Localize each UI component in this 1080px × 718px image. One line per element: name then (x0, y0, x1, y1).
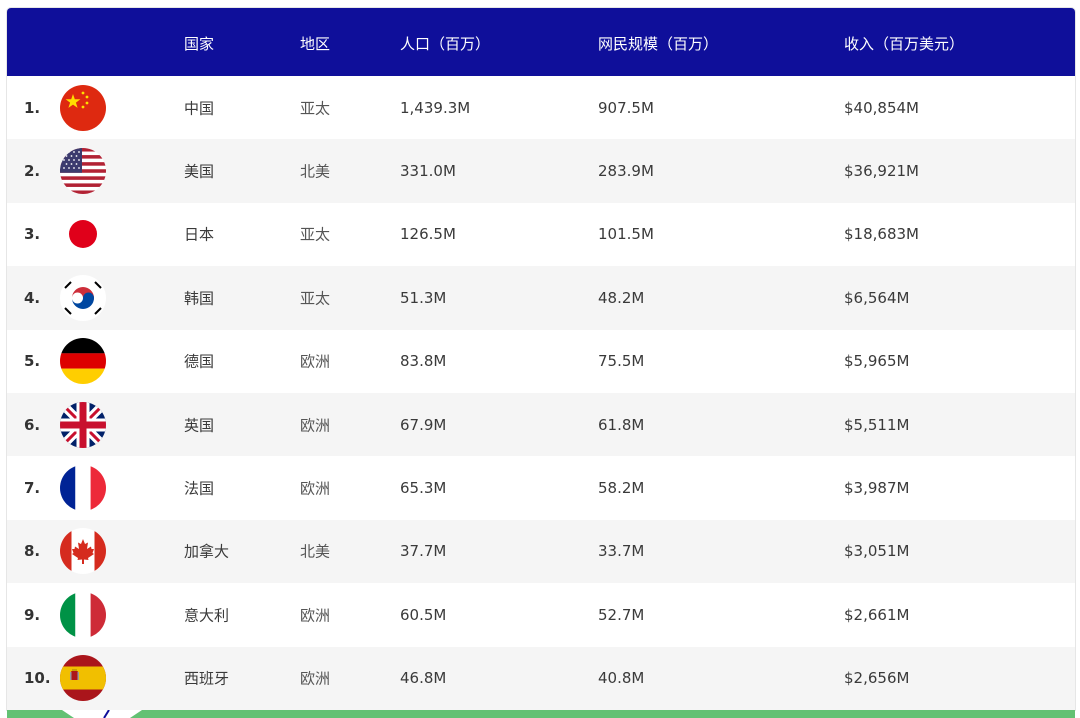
revenue-value: $40,854M (844, 98, 919, 117)
revenue-value: $3,987M (844, 479, 910, 498)
rank-number: 8. (24, 542, 41, 561)
population-value: 126.5M (400, 225, 456, 244)
revenue-value: $6,564M (844, 288, 910, 307)
country-name: 日本 (184, 225, 215, 244)
table-row: 1. 中国 亚太 1,439.3M 907.5M $40,854M (7, 76, 1075, 140)
rank-number: 10. (24, 669, 51, 688)
table-row: 9. 意大利 欧洲 60.5M 52.7M $2,661M (7, 583, 1075, 647)
header-population: 人口（百万） (400, 35, 491, 53)
revenue-value: $2,656M (844, 669, 910, 688)
header-netizens: 网民规模（百万） (598, 35, 719, 53)
population-value: 67.9M (400, 415, 447, 434)
revenue-value: $18,683M (844, 225, 919, 244)
rank-number: 7. (24, 479, 41, 498)
decorative-mark-icon (62, 710, 142, 718)
netizens-value: 40.8M (598, 669, 645, 688)
germany-flag-icon (60, 338, 106, 385)
rank-number: 3. (24, 225, 41, 244)
rank-number: 2. (24, 162, 41, 181)
region-name: 欧洲 (300, 352, 331, 371)
ranking-table: 国家 地区 人口（百万） 网民规模（百万） 收入（百万美元） 1. 中国 亚太 … (7, 8, 1075, 710)
rank-number: 9. (24, 605, 41, 624)
revenue-value: $36,921M (844, 162, 919, 181)
france-flag-icon (60, 465, 106, 512)
netizens-value: 52.7M (598, 605, 645, 624)
population-value: 65.3M (400, 479, 447, 498)
region-name: 亚太 (300, 99, 331, 118)
population-value: 60.5M (400, 605, 447, 624)
country-name: 加拿大 (184, 542, 230, 561)
region-name: 北美 (300, 542, 331, 561)
netizens-value: 75.5M (598, 352, 645, 371)
header-region: 地区 (300, 35, 331, 53)
country-name: 英国 (184, 416, 215, 435)
region-name: 北美 (300, 162, 331, 181)
japan-flag-icon (60, 211, 106, 258)
footer-strip (7, 710, 1075, 718)
netizens-value: 61.8M (598, 415, 645, 434)
table-row: 3. 日本 亚太 126.5M 101.5M $18,683M (7, 202, 1075, 267)
netizens-value: 283.9M (598, 162, 654, 181)
region-name: 欧洲 (300, 416, 331, 435)
netizens-value: 101.5M (598, 225, 654, 244)
uk-flag-icon (60, 401, 106, 448)
table-row: 5. 德国 欧洲 83.8M 75.5M $5,965M (7, 329, 1075, 393)
region-name: 亚太 (300, 289, 331, 308)
country-name: 西班牙 (184, 669, 230, 688)
netizens-value: 58.2M (598, 479, 645, 498)
header-country: 国家 (184, 35, 215, 53)
country-name: 美国 (184, 162, 215, 181)
region-name: 欧洲 (300, 669, 331, 688)
rank-number: 5. (24, 352, 41, 371)
china-flag-icon (60, 84, 106, 131)
population-value: 83.8M (400, 352, 447, 371)
country-name: 德国 (184, 352, 215, 371)
usa-flag-icon (60, 148, 106, 195)
rank-number: 1. (24, 98, 41, 117)
rank-number: 4. (24, 288, 41, 307)
population-value: 1,439.3M (400, 98, 471, 117)
korea-flag-icon (60, 274, 106, 321)
table-row: 2. 美国 北美 331.0M 283.9M $36,921M (7, 139, 1075, 203)
canada-flag-icon (60, 528, 106, 575)
netizens-value: 907.5M (598, 98, 654, 117)
country-name: 韩国 (184, 289, 215, 308)
table-row: 8. 加拿大 北美 37.7M 33.7M $3,051M (7, 519, 1075, 584)
country-name: 中国 (184, 99, 215, 118)
revenue-value: $5,965M (844, 352, 910, 371)
table-row: 4. 韩国 亚太 51.3M 48.2M $6,564M (7, 266, 1075, 330)
netizens-value: 48.2M (598, 288, 645, 307)
table-row: 7. 法国 欧洲 65.3M 58.2M $3,987M (7, 456, 1075, 520)
revenue-value: $3,051M (844, 542, 910, 561)
revenue-value: $5,511M (844, 415, 910, 434)
spain-flag-icon (60, 655, 106, 702)
netizens-value: 33.7M (598, 542, 645, 561)
population-value: 331.0M (400, 162, 456, 181)
table-row: 10. 西班牙 欧洲 46.8M 40.8M $2,656M (7, 646, 1075, 710)
header-revenue: 收入（百万美元） (844, 35, 965, 53)
region-name: 亚太 (300, 225, 331, 244)
population-value: 46.8M (400, 669, 447, 688)
table-row: 6. 英国 欧洲 67.9M 61.8M $5,511M (7, 392, 1075, 457)
rank-number: 6. (24, 415, 41, 434)
table-header: 国家 地区 人口（百万） 网民规模（百万） 收入（百万美元） (7, 8, 1075, 76)
population-value: 37.7M (400, 542, 447, 561)
region-name: 欧洲 (300, 606, 331, 625)
italy-flag-icon (60, 591, 106, 638)
country-name: 法国 (184, 479, 215, 498)
region-name: 欧洲 (300, 479, 331, 498)
population-value: 51.3M (400, 288, 447, 307)
country-name: 意大利 (184, 606, 230, 625)
revenue-value: $2,661M (844, 605, 910, 624)
